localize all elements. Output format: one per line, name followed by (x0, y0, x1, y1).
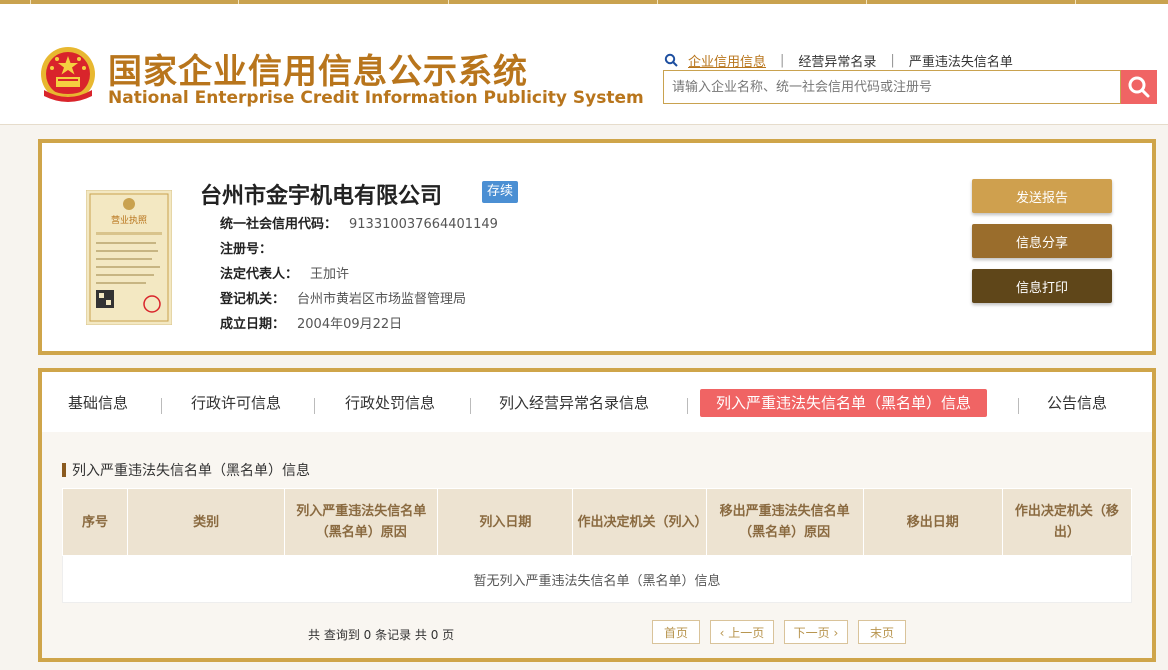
column-header: 列入严重违法失信名单（黑名单）原因 (284, 488, 439, 556)
tab-basic-info[interactable]: 基础信息 (68, 389, 128, 417)
column-header: 移出日期 (862, 488, 1003, 556)
blacklist-table: 序号 类别 列入严重违法失信名单（黑名单）原因 列入日期 作出决定机关（列入） … (61, 488, 1133, 603)
tab-separator (314, 398, 315, 414)
tab-separator (687, 398, 688, 414)
empty-table-message: 暂无列入严重违法失信名单（黑名单）信息 (62, 555, 1132, 603)
search-button[interactable] (1121, 70, 1157, 104)
search-icon (1128, 76, 1150, 98)
search-input[interactable] (670, 71, 1114, 103)
pager-last-button[interactable]: 末页 (858, 620, 906, 644)
company-summary-panel: 营业执照 台州市金宇机电有限公司 存续 统一社会信用代码： 91331003766… (38, 139, 1156, 355)
info-value: 台州市黄岩区市场监督管理局 (297, 292, 467, 307)
tab-admin-penalty[interactable]: 行政处罚信息 (345, 389, 435, 417)
section-title-bar (62, 463, 66, 477)
chevron-right-icon: › (829, 626, 839, 640)
tab-announcements[interactable]: 公告信息 (1047, 389, 1107, 417)
info-value: 2004年09月22日 (297, 317, 403, 332)
info-label: 法定代表人： (220, 267, 299, 282)
column-header: 作出决定机关（移出） (1001, 488, 1133, 556)
info-row-legal-rep: 法定代表人： 王加许 (220, 263, 349, 282)
share-info-button[interactable]: 信息分享 (972, 224, 1112, 258)
info-row-authority: 登记机关： 台州市黄岩区市场监督管理局 (220, 288, 466, 307)
top-nav: 企业信用信息 | 经营异常名录 | 严重违法失信名单 (664, 50, 1013, 70)
chevron-left-icon: ‹ (719, 626, 729, 640)
nav-link-blacklist[interactable]: 严重违法失信名单 (909, 51, 1013, 70)
column-header: 列入日期 (437, 488, 574, 556)
tab-blacklist[interactable]: 列入严重违法失信名单（黑名单）信息 (700, 389, 988, 417)
column-header: 作出决定机关（列入） (572, 488, 707, 556)
pager-next-label: 下一页 (793, 626, 830, 640)
info-row-reg-no: 注册号： (220, 238, 284, 257)
print-info-button[interactable]: 信息打印 (972, 269, 1112, 303)
pager-first-button[interactable]: 首页 (652, 620, 700, 644)
table-row: 暂无列入严重违法失信名单（黑名单）信息 (62, 555, 1132, 603)
info-label: 登记机关： (220, 292, 286, 307)
pager-summary: 共 查询到 0 条记录 共 0 页 (308, 628, 455, 642)
info-value: 王加许 (310, 267, 350, 282)
column-header: 序号 (61, 488, 129, 556)
nav-separator: | (890, 52, 895, 68)
section-title-text: 列入严重违法失信名单（黑名单）信息 (72, 463, 310, 479)
section-title: 列入严重违法失信名单（黑名单）信息 (62, 460, 310, 480)
nav-separator: | (780, 52, 785, 68)
blacklist-section: 列入严重违法失信名单（黑名单）信息 序号 类别 列入严重违法失信名单（黑名单）原… (42, 432, 1152, 658)
send-report-button[interactable]: 发送报告 (972, 179, 1112, 213)
national-emblem-icon (41, 47, 95, 102)
business-license-image: 营业执照 (86, 190, 172, 325)
search-box (663, 70, 1121, 104)
info-label: 成立日期： (220, 317, 286, 332)
info-label: 注册号： (220, 242, 273, 257)
tab-separator (470, 398, 471, 414)
svg-text:营业执照: 营业执照 (111, 214, 147, 226)
company-name: 台州市金宇机电有限公司 (200, 184, 443, 209)
tab-separator (161, 398, 162, 414)
info-row-credit-code: 统一社会信用代码： 913310037664401149 (220, 213, 498, 232)
nav-link-abnormal-list[interactable]: 经营异常名录 (798, 51, 876, 70)
column-header: 类别 (127, 488, 286, 556)
column-header: 移出严重违法失信名单（黑名单）原因 (705, 488, 864, 556)
site-title: 国家企业信用信息公示系统 (108, 52, 528, 92)
info-row-founded: 成立日期： 2004年09月22日 (220, 313, 402, 332)
status-badge: 存续 (482, 181, 519, 203)
pager-next-button[interactable]: 下一页 › (784, 620, 848, 644)
site-subtitle: National Enterprise Credit Information P… (108, 88, 644, 108)
table-header-row: 序号 类别 列入严重违法失信名单（黑名单）原因 列入日期 作出决定机关（列入） … (61, 488, 1133, 556)
info-value: 913310037664401149 (349, 217, 498, 232)
search-icon (664, 53, 678, 67)
tab-abnormal-list[interactable]: 列入经营异常名录信息 (499, 389, 649, 417)
pager-prev-button[interactable]: ‹ 上一页 (710, 620, 774, 644)
tab-admin-license[interactable]: 行政许可信息 (191, 389, 281, 417)
info-label: 统一社会信用代码： (220, 217, 338, 232)
tab-bar: 基础信息 行政许可信息 行政处罚信息 列入经营异常名录信息 列入严重违法失信名单… (42, 372, 1152, 433)
nav-link-credit-info[interactable]: 企业信用信息 (688, 51, 766, 70)
detail-panel: 基础信息 行政许可信息 行政处罚信息 列入经营异常名录信息 列入严重违法失信名单… (38, 368, 1156, 662)
pager-prev-label: 上一页 (728, 626, 765, 640)
site-header: 国家企业信用信息公示系统 National Enterprise Credit … (0, 4, 1168, 125)
tab-separator (1018, 398, 1019, 414)
